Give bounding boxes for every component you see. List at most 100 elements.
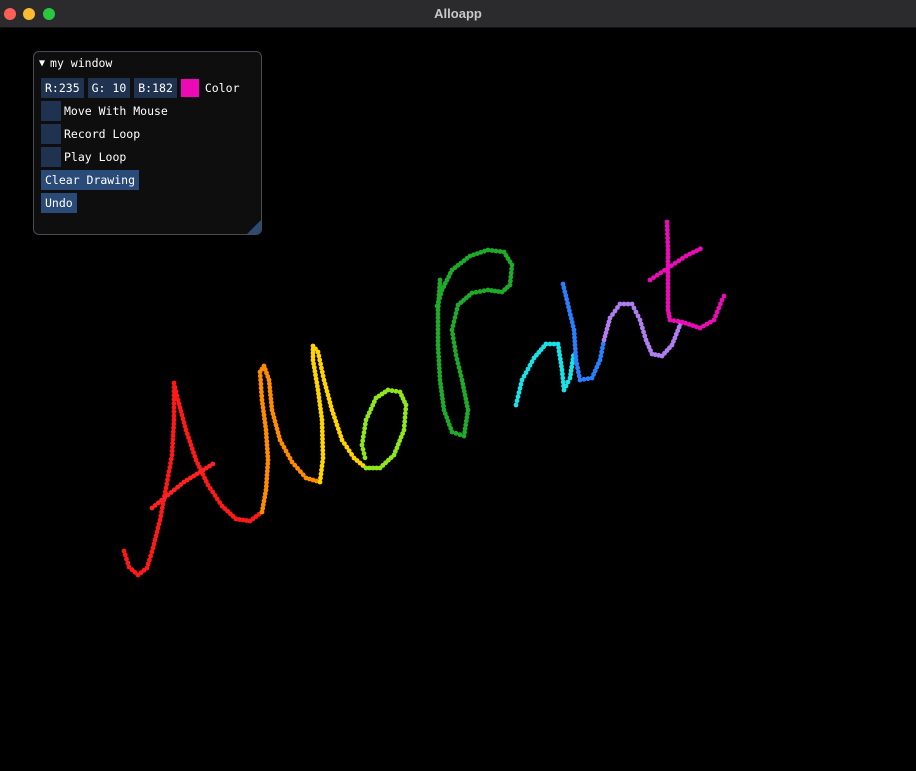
paint-dot <box>577 377 583 383</box>
resize-grip-icon[interactable] <box>247 220 261 234</box>
paint-dot <box>156 521 162 527</box>
paint-dot <box>360 434 366 440</box>
paint-dot <box>171 405 177 411</box>
record-loop-checkbox[interactable] <box>41 124 61 144</box>
paint-dot <box>315 349 321 355</box>
paint-dot <box>477 289 483 294</box>
paint-dot <box>454 306 460 312</box>
paint-dot <box>171 401 177 406</box>
paint-dot <box>455 360 461 366</box>
paint-dot <box>171 413 177 419</box>
paint-dot <box>451 340 457 345</box>
paint-dot <box>210 461 216 467</box>
panel-title: my window <box>50 56 113 70</box>
paint-dot <box>452 344 458 350</box>
paint-dot <box>513 402 519 408</box>
paint-dot <box>165 477 170 483</box>
paint-dot <box>675 318 681 324</box>
paint-dot <box>402 410 408 416</box>
paint-dot <box>316 353 322 359</box>
paint-dot <box>453 310 459 316</box>
paint-dot <box>401 427 407 433</box>
collapse-triangle-icon[interactable]: ▼ <box>39 58 45 69</box>
paint-dot <box>319 365 324 371</box>
paint-dot <box>152 537 158 543</box>
play-loop-row[interactable]: Play Loop <box>41 147 126 167</box>
title-bar: Alloapp <box>0 0 916 28</box>
paint-dot <box>451 319 457 325</box>
paint-dot <box>163 485 169 491</box>
paint-dot <box>153 533 159 539</box>
paint-dot <box>449 327 455 333</box>
green-input[interactable]: G: 10 <box>87 78 131 98</box>
paint-dot <box>450 335 456 341</box>
paint-dot <box>599 349 604 355</box>
play-loop-label: Play Loop <box>64 150 127 164</box>
paint-dot <box>359 442 365 448</box>
paint-dot <box>473 289 479 295</box>
paint-dot <box>481 288 487 294</box>
paint-dot <box>585 376 591 382</box>
paint-dot <box>166 469 172 474</box>
paint-dot <box>667 317 673 323</box>
paint-dot <box>450 323 456 329</box>
clear-drawing-button[interactable]: Clear Drawing <box>41 170 140 190</box>
paint-dot <box>159 509 164 515</box>
panel-header[interactable]: ▼ my window <box>39 55 112 71</box>
paint-dot <box>403 406 409 412</box>
move-with-mouse-label: Move With Mouse <box>64 104 168 118</box>
paint-dot <box>458 373 464 379</box>
play-loop-checkbox[interactable] <box>41 147 61 167</box>
paint-dot <box>402 419 408 425</box>
paint-dot <box>164 481 170 487</box>
paint-dot <box>517 385 523 391</box>
paint-dot <box>363 417 369 423</box>
paint-dot <box>515 394 521 400</box>
paint-dot <box>174 393 180 399</box>
paint-dot <box>434 303 440 309</box>
paint-dot <box>318 361 323 367</box>
paint-dot <box>157 517 163 523</box>
paint-dot <box>362 421 368 427</box>
paint-dot <box>154 529 160 535</box>
paint-dot <box>452 348 458 354</box>
paint-dot <box>150 545 156 551</box>
paint-dot <box>158 513 164 519</box>
paint-dot <box>518 381 524 387</box>
paint-dot <box>456 365 462 370</box>
paint-dot <box>450 331 456 337</box>
paint-dot <box>173 389 179 394</box>
paint-dot <box>151 541 157 547</box>
move-with-mouse-checkbox[interactable] <box>41 101 61 121</box>
paint-dot <box>168 460 173 466</box>
paint-dot <box>167 465 173 470</box>
paint-dot <box>401 423 407 429</box>
paint-dot <box>360 446 366 452</box>
paint-dot <box>576 369 581 375</box>
paint-dot <box>168 456 174 462</box>
record-loop-label: Record Loop <box>64 127 141 141</box>
paint-dot <box>361 451 367 456</box>
paint-dot <box>171 409 177 415</box>
move-with-mouse-row[interactable]: Move With Mouse <box>41 101 168 121</box>
undo-button[interactable]: Undo <box>41 193 77 213</box>
paint-dot <box>361 430 367 435</box>
paint-dot <box>362 455 368 461</box>
paint-dot <box>600 345 605 351</box>
color-label: Color <box>204 81 240 95</box>
paint-dot <box>573 357 579 363</box>
paint-dot <box>576 373 582 379</box>
blue-input[interactable]: B:182 <box>134 78 177 98</box>
red-input[interactable]: R:235 <box>41 78 84 98</box>
paint-dot <box>598 353 604 359</box>
paint-dot <box>317 357 323 363</box>
record-loop-row[interactable]: Record Loop <box>41 124 140 144</box>
color-swatch[interactable] <box>180 79 199 97</box>
paint-dot <box>574 361 580 367</box>
paint-dot <box>171 380 177 386</box>
paint-dot <box>457 369 463 375</box>
paint-dot <box>172 384 178 390</box>
paint-dot <box>165 473 171 478</box>
control-panel: ▼ my window R:235 G: 10 B:182 Color Move… <box>33 51 262 235</box>
paint-dot <box>454 356 460 362</box>
